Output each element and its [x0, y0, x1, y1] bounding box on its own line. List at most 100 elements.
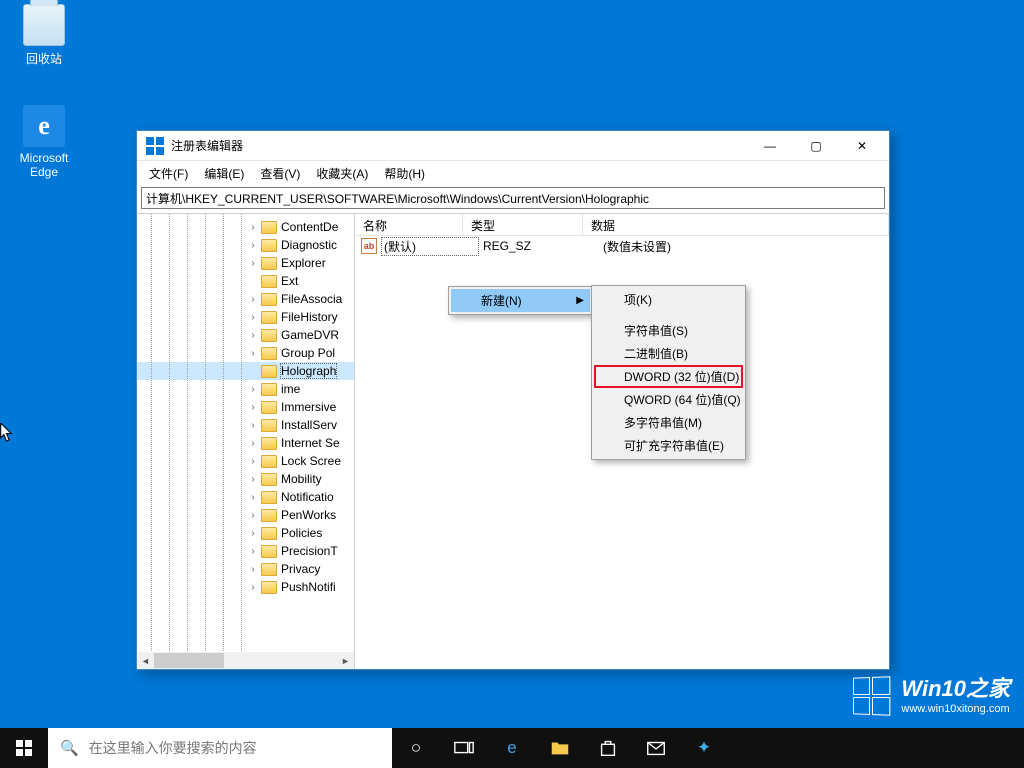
ctx-new-qword[interactable]: QWORD (64 位)值(Q) [594, 388, 743, 411]
menu-view[interactable]: 查看(V) [252, 162, 308, 185]
taskbar-app-icon[interactable]: ✦ [680, 728, 728, 768]
tree-label: ContentDe [281, 220, 338, 234]
tree-label: Explorer [281, 256, 326, 270]
expand-icon[interactable]: › [247, 240, 259, 251]
search-icon: 🔍 [60, 739, 79, 757]
folder-icon [261, 257, 277, 270]
desktop-edge[interactable]: e Microsoft Edge [10, 105, 78, 179]
tree-label: PrecisionT [281, 544, 338, 558]
expand-icon[interactable]: › [247, 456, 259, 467]
menu-favorites[interactable]: 收藏夹(A) [308, 162, 376, 185]
close-button[interactable]: ✕ [839, 131, 885, 161]
folder-icon [261, 545, 277, 558]
task-view-icon[interactable] [440, 728, 488, 768]
expand-icon[interactable]: › [247, 402, 259, 413]
ctx-new-binary[interactable]: 二进制值(B) [594, 342, 743, 365]
taskbar-explorer-icon[interactable] [536, 728, 584, 768]
window-title: 注册表编辑器 [171, 137, 747, 154]
expand-icon[interactable]: › [247, 528, 259, 539]
ctx-new-expand[interactable]: 可扩充字符串值(E) [594, 434, 743, 457]
tree-label: Notificatio [281, 490, 334, 504]
desktop-recycle-bin[interactable]: 回收站 [10, 4, 78, 67]
tree-label: Policies [281, 526, 322, 540]
tree-label: Holograph [281, 364, 336, 378]
maximize-button[interactable]: ▢ [793, 131, 839, 161]
tree-label: Group Pol [281, 346, 335, 360]
menubar: 文件(F) 编辑(E) 查看(V) 收藏夹(A) 帮助(H) [137, 161, 889, 185]
address-text: 计算机\HKEY_CURRENT_USER\SOFTWARE\Microsoft… [146, 190, 649, 207]
folder-icon [261, 455, 277, 468]
ctx-new-label: 新建(N) [481, 292, 522, 309]
tree-panel[interactable]: ›ContentDe›Diagnostic›Explorer Ext›FileA… [137, 214, 355, 669]
cell-data: (数值未设置) [599, 238, 671, 255]
folder-icon [261, 527, 277, 540]
folder-icon [261, 221, 277, 234]
taskbar-mail-icon[interactable] [632, 728, 680, 768]
expand-icon[interactable]: › [247, 294, 259, 305]
tree-horizontal-scrollbar[interactable]: ◄ ► [137, 652, 354, 669]
recycle-bin-label: 回收站 [10, 50, 78, 67]
taskbar: 🔍 在这里输入你要搜索的内容 ○ e ✦ [0, 728, 1024, 768]
minimize-button[interactable]: — [747, 131, 793, 161]
expand-icon[interactable] [247, 276, 259, 287]
expand-icon[interactable] [247, 366, 259, 377]
expand-icon[interactable]: › [247, 582, 259, 593]
header-name[interactable]: 名称 [355, 214, 463, 235]
scroll-thumb[interactable] [154, 653, 224, 668]
start-button[interactable] [0, 728, 48, 768]
folder-icon [261, 491, 277, 504]
taskbar-search[interactable]: 🔍 在这里输入你要搜索的内容 [48, 728, 392, 768]
ctx-new-dword[interactable]: DWORD (32 位)值(D) [594, 365, 743, 388]
scroll-left-arrow[interactable]: ◄ [137, 652, 154, 669]
folder-icon [261, 419, 277, 432]
list-row-default[interactable]: ab (默认) REG_SZ (数值未设置) [355, 236, 889, 256]
address-bar[interactable]: 计算机\HKEY_CURRENT_USER\SOFTWARE\Microsoft… [141, 187, 885, 209]
ctx-new-multi[interactable]: 多字符串值(M) [594, 411, 743, 434]
expand-icon[interactable]: › [247, 474, 259, 485]
expand-icon[interactable]: › [247, 420, 259, 431]
folder-icon [261, 293, 277, 306]
expand-icon[interactable]: › [247, 492, 259, 503]
expand-icon[interactable]: › [247, 312, 259, 323]
search-placeholder: 在这里输入你要搜索的内容 [89, 738, 257, 758]
string-value-icon: ab [361, 238, 377, 254]
taskbar-edge-icon[interactable]: e [488, 728, 536, 768]
taskbar-store-icon[interactable] [584, 728, 632, 768]
header-data[interactable]: 数据 [583, 214, 889, 235]
menu-edit[interactable]: 编辑(E) [196, 162, 252, 185]
watermark: Win10之家 www.win10xitong.com [851, 676, 1010, 716]
header-type[interactable]: 类型 [463, 214, 583, 235]
list-header[interactable]: 名称 类型 数据 [355, 214, 889, 236]
scroll-right-arrow[interactable]: ► [337, 652, 354, 669]
ctx-new-key[interactable]: 项(K) [594, 288, 743, 311]
ctx-new[interactable]: 新建(N) ▶ [451, 289, 590, 312]
cortana-icon[interactable]: ○ [392, 728, 440, 768]
cursor-icon [0, 423, 14, 443]
menu-file[interactable]: 文件(F) [141, 162, 196, 185]
expand-icon[interactable]: › [247, 384, 259, 395]
expand-icon[interactable]: › [247, 258, 259, 269]
expand-icon[interactable]: › [247, 546, 259, 557]
expand-icon[interactable]: › [247, 564, 259, 575]
expand-icon[interactable]: › [247, 348, 259, 359]
folder-icon [261, 365, 277, 378]
cell-type: REG_SZ [479, 239, 599, 253]
expand-icon[interactable]: › [247, 510, 259, 521]
watermark-brand: Win10之家 [901, 676, 1010, 702]
tree-label: PenWorks [281, 508, 336, 522]
expand-icon[interactable]: › [247, 222, 259, 233]
watermark-url: www.win10xitong.com [901, 703, 1010, 716]
menu-help[interactable]: 帮助(H) [376, 162, 433, 185]
ctx-new-string[interactable]: 字符串值(S) [594, 319, 743, 342]
expand-icon[interactable]: › [247, 438, 259, 449]
folder-icon [261, 563, 277, 576]
titlebar[interactable]: 注册表编辑器 — ▢ ✕ [137, 131, 889, 161]
tree-label: Privacy [281, 562, 320, 576]
tree-label: FileAssocia [281, 292, 342, 306]
regedit-window: 注册表编辑器 — ▢ ✕ 文件(F) 编辑(E) 查看(V) 收藏夹(A) 帮助… [136, 130, 890, 670]
folder-icon [261, 401, 277, 414]
folder-icon [261, 473, 277, 486]
expand-icon[interactable]: › [247, 330, 259, 341]
watermark-logo-icon [853, 675, 892, 717]
folder-icon [261, 509, 277, 522]
